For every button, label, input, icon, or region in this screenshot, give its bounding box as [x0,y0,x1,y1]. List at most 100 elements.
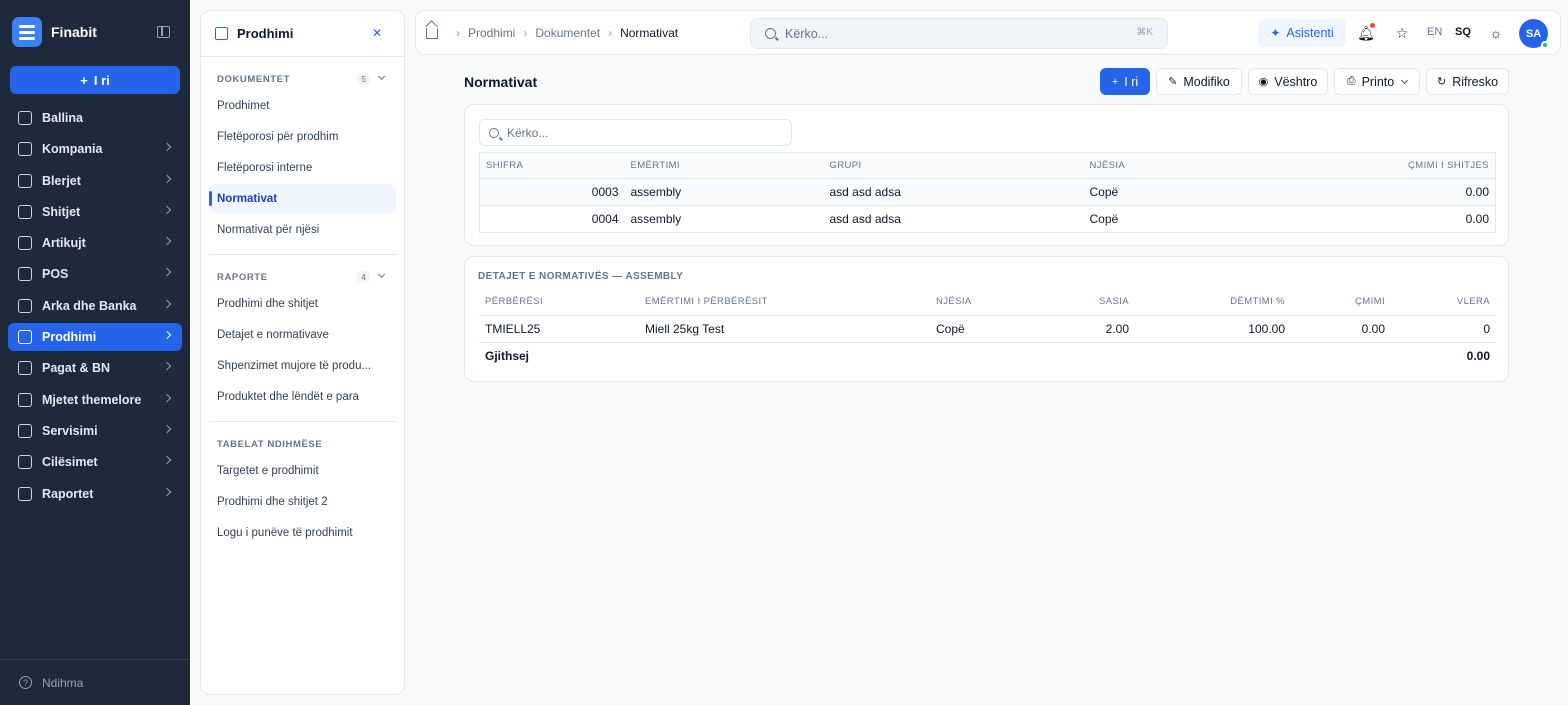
cell-waste-percent: 100.00 [1135,315,1291,343]
new-button-label: I ri [1124,74,1139,89]
normative-details-card: DETAJET E NORMATIVËS — ASSEMBLY PËRBËRËS… [464,256,1509,382]
help-link[interactable]: ? Ndihma [0,659,190,705]
breadcrumb-item[interactable]: Prodhimi [468,26,515,40]
cell-quantity: 2.00 [1040,315,1135,343]
column-header[interactable]: ÇMIMI I SHITJES [1283,152,1496,179]
lang-en-button[interactable]: EN [1427,26,1442,38]
sidebar-item-servisimi[interactable]: Servisimi [8,417,182,445]
module-nav-item[interactable]: Prodhimi dhe shitjet 2 [209,487,396,516]
global-search[interactable]: ⌘K [750,18,1168,49]
module-nav-item[interactable]: Fletëporosi për prodhim [209,122,396,151]
view-button[interactable]: ◉ Vështro [1248,68,1328,95]
view-button-label: Vështro [1274,74,1318,89]
cell-price: 0.00 [1283,205,1496,233]
avatar[interactable]: SA [1519,19,1549,49]
printer-icon: ⎙ [1346,75,1356,87]
table-header-row: SHIFRA EMËRTIMI GRUPI NJËSIA ÇMIMI I SHI… [479,152,1496,179]
section-count-badge: 5 [357,73,370,85]
sun-icon[interactable]: ☼ [1488,25,1504,41]
chevron-down-icon [1401,76,1409,84]
section-header[interactable]: DOKUMENTET 5 [201,67,404,91]
sidebar-item-shitjet[interactable]: Shitjet [8,198,182,226]
sidebar-collapse-icon[interactable] [157,26,170,38]
module-nav-item[interactable]: Normativat [209,184,396,213]
breadcrumb-item[interactable]: Dokumentet [535,26,600,40]
new-document-button[interactable]: + I ri [10,66,180,94]
sidebar-item-cilësimet[interactable]: Cilësimet [8,448,182,476]
module-nav-item[interactable]: Prodhimet [209,91,396,120]
refresh-button[interactable]: ↻ Rifresko [1426,68,1509,95]
table-search[interactable] [479,119,792,146]
cell-component: TMIELL25 [479,315,639,343]
cell-code: 0003 [479,178,625,206]
breadcrumb-separator: › [456,26,460,40]
chevron-right-icon [162,456,172,465]
table-header-row: PËRBËRËSI EMËRTIMI I PËRBËRËSIT NJËSIA S… [479,289,1496,316]
cell-group: asd asd adsa [823,205,1084,233]
edit-button[interactable]: ✎ Modifiko [1156,68,1242,95]
sidebar-item-mjetet-themelore[interactable]: Mjetet themelore [8,386,182,414]
help-label: Ndihma [42,675,84,690]
home-icon[interactable] [426,27,438,39]
sidebar-item-ballina[interactable]: Ballina [8,104,182,132]
plus-icon: + [1111,75,1119,88]
shopping-bag-icon [18,204,32,219]
module-nav-item[interactable]: Fletëporosi interne [209,153,396,182]
factory-icon [215,27,228,40]
column-header[interactable]: SHIFRA [479,152,625,179]
assistant-button[interactable]: ✦ Asistenti [1258,19,1346,47]
module-nav-item[interactable]: Normativat për njësi [209,215,396,244]
lang-sq-button[interactable]: SQ [1455,26,1471,38]
breadcrumb-separator: › [523,26,528,40]
column-header[interactable]: GRUPI [823,152,1084,179]
sidebar-item-label: POS [42,267,69,282]
brand[interactable]: Finabit [12,16,97,48]
sidebar-item-artikujt[interactable]: Artikujt [8,229,182,257]
bell-icon[interactable]: 🔔︎ [1357,23,1375,41]
sidebar-item-raportet[interactable]: Raportet [8,480,182,508]
wrench-icon [18,423,32,438]
print-button-label: Printo [1361,74,1395,89]
module-nav-item[interactable]: Prodhimi dhe shitjet [209,289,396,318]
print-button[interactable]: ⎙ Printo [1334,68,1420,95]
chevron-right-icon [162,330,172,340]
table-search-input[interactable] [507,125,777,140]
sidebar-item-arka-dhe-banka[interactable]: Arka dhe Banka [8,292,182,320]
section-header[interactable]: RAPORTE 4 [201,265,404,289]
table-row[interactable]: TMIELL25 Miell 25kg Test Copë 2.00 100.0… [479,315,1496,343]
pencil-icon: ✎ [1168,76,1178,88]
notification-dot [1370,23,1375,28]
star-icon[interactable]: ☆ [1394,25,1410,41]
sidebar-item-label: Blerjet [42,173,81,188]
sidebar-item-kompania[interactable]: Kompania [8,135,182,163]
sidebar-item-pagat-bn[interactable]: Pagat & BN [8,354,182,382]
chevron-down-icon [377,72,386,81]
module-nav-item[interactable]: Targetet e prodhimit [209,456,396,485]
sidebar-item-blerjet[interactable]: Blerjet [8,167,182,195]
chevron-right-icon [162,268,172,277]
module-panel: Prodhimi ✕ DOKUMENTET 5 Prodhimet Fletëporo… [200,10,405,695]
new-button[interactable]: + I ri [1100,68,1150,95]
module-nav-item[interactable]: Shpenzimet mujore të produ... [209,351,396,380]
truck-icon [18,173,32,188]
column-header[interactable]: EMËRTIMI [624,152,824,179]
column-header[interactable]: NJËSIA [1083,152,1284,179]
sidebar-item-pos[interactable]: POS [8,260,182,288]
module-nav-item[interactable]: Produktet dhe lëndët e para [209,382,396,411]
section-count-badge: 4 [357,271,370,283]
unpin-icon[interactable]: ✕ [372,27,384,39]
chevron-right-icon [162,143,172,152]
module-nav-item[interactable]: Logu i punëve të prodhimit [209,518,396,547]
cell-value: 0 [1391,315,1496,343]
section-header[interactable]: TABELAT NDIHMËSE [201,432,404,456]
global-search-input[interactable] [785,26,1105,41]
sidebar-item-prodhimi[interactable]: Prodhimi [8,323,182,352]
table-row[interactable]: 0004 assembly asd asd adsa Copë 0.00 [479,205,1496,233]
module-nav-item[interactable]: Detajet e normativave [209,320,396,349]
cell-unit: Copë [1083,205,1284,233]
sidebar-item-label: Shitjet [42,204,81,219]
sidebar-item-label: Raportet [42,486,94,501]
section-title: DOKUMENTET [217,73,291,85]
cell-group: asd asd adsa [823,178,1084,206]
table-row[interactable]: 0003 assembly asd asd adsa Copë 0.00 [479,178,1496,206]
